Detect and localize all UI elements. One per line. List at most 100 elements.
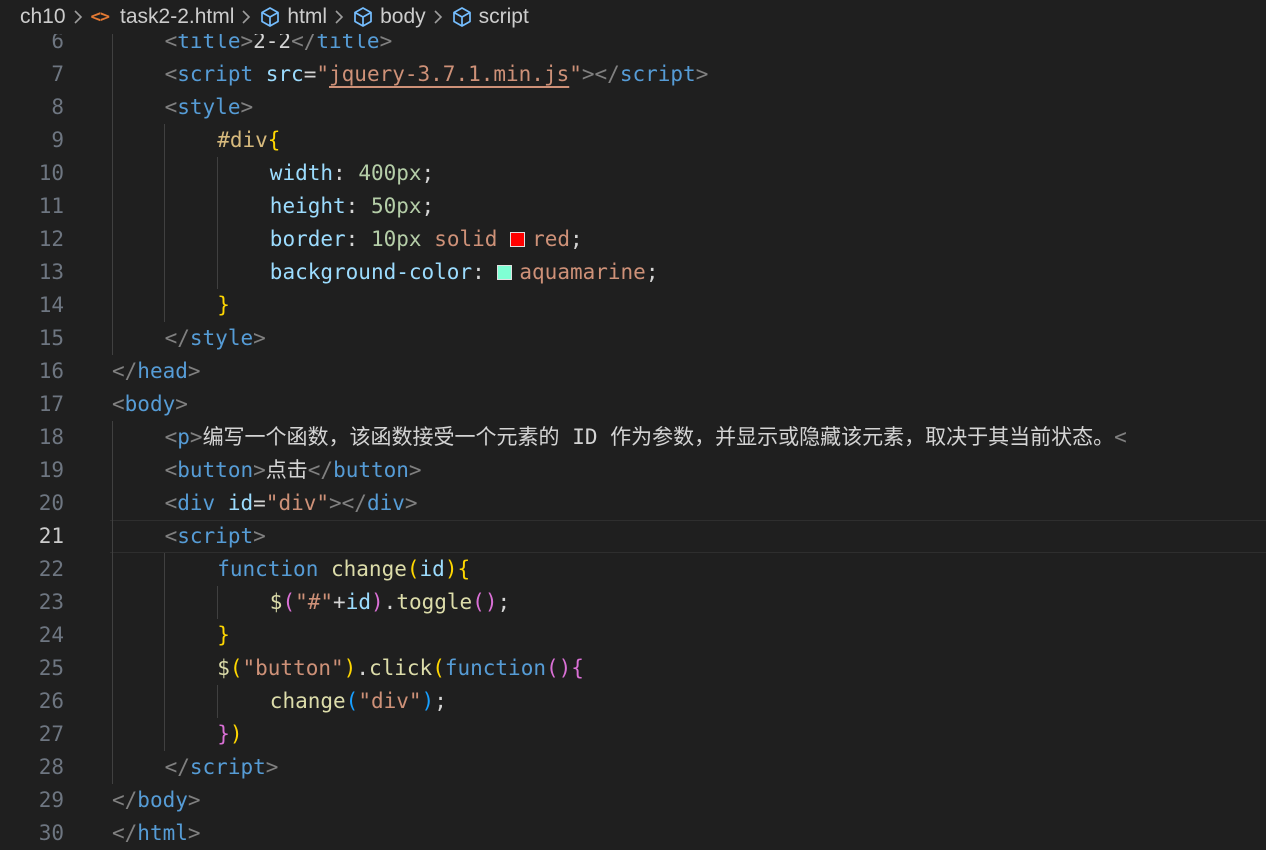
code-line[interactable]: 9 #div{: [0, 124, 1266, 157]
indent-guide: [217, 685, 218, 718]
code-token: >: [253, 326, 266, 350]
indent-guide: [164, 586, 165, 619]
code-token: </: [307, 458, 334, 482]
code-token: body: [137, 788, 188, 812]
code-token: "#": [295, 590, 334, 614]
symbol-element-icon: [352, 6, 374, 28]
indent-guide: [164, 124, 165, 157]
code-text: <button>点击</button>: [165, 454, 422, 487]
chevron-right-icon: [73, 9, 83, 25]
code-text: #div{: [217, 124, 280, 157]
indent-guide: [164, 718, 165, 751]
code-token: <: [164, 524, 178, 548]
code-line[interactable]: 18 <p>编写一个函数，该函数接受一个元素的 ID 作为参数，并显示或隐藏该元素…: [0, 421, 1266, 454]
code-line[interactable]: 24}: [0, 619, 1266, 652]
indent-guide: [164, 652, 165, 685]
color-swatch[interactable]: [497, 265, 513, 280]
indent-guide: [217, 586, 218, 619]
code-line[interactable]: 30 </html>: [0, 817, 1266, 850]
code-token[interactable]: jquery-3.7.1.min.js: [329, 62, 569, 86]
indent-guide: [217, 256, 218, 289]
code-line[interactable]: 12 border: 10px solid red;: [0, 223, 1266, 256]
code-line[interactable]: 21 <script>: [0, 520, 1266, 553]
code-token: <: [164, 458, 178, 482]
code-text: }: [217, 289, 230, 322]
code-token: =: [303, 62, 317, 86]
code-token: script: [177, 524, 254, 548]
code-line[interactable]: 11 height: 50px;: [0, 190, 1266, 223]
indent-guide: [112, 487, 113, 520]
chevron-right-icon: [241, 9, 251, 25]
code-text: background-color: aquamarine;: [270, 256, 659, 289]
code-line[interactable]: 25 $("button").click(function(){: [0, 652, 1266, 685]
indent-guide: [112, 124, 113, 157]
code-line[interactable]: 20 <div id="div"></div>: [0, 487, 1266, 520]
code-line[interactable]: 8 <style>: [0, 91, 1266, 124]
code-token: body: [124, 392, 176, 416]
code-line[interactable]: 14}: [0, 289, 1266, 322]
line-number: 25: [38, 656, 64, 680]
code-line[interactable]: 10 width: 400px;: [0, 157, 1266, 190]
code-token: {: [267, 128, 281, 152]
code-token: script: [619, 62, 696, 86]
code-token: >: [253, 524, 266, 548]
code-text: $("button").click(function(){: [217, 652, 584, 685]
code-token: ;: [434, 689, 447, 713]
code-token: :: [345, 227, 371, 251]
code-token: <: [164, 95, 178, 119]
code-token: head: [137, 359, 188, 383]
code-line[interactable]: 23 $("#"+id).toggle();: [0, 586, 1266, 619]
code-token: ;: [645, 260, 659, 284]
code-line[interactable]: 26 change("div");: [0, 685, 1266, 718]
line-number: 7: [51, 62, 64, 86]
indent-guide: [112, 751, 113, 784]
breadcrumb-html[interactable]: html: [259, 5, 327, 29]
code-editor[interactable]: 6 <title>2-2</title> 7 <script src="jquery-…: [0, 28, 1266, 850]
code-line[interactable]: 15 </style>: [0, 322, 1266, 355]
code-token: </: [164, 755, 190, 779]
code-token: $: [269, 590, 283, 614]
code-token: >: [695, 62, 709, 86]
code-line[interactable]: 28 </script>: [0, 751, 1266, 784]
code-line[interactable]: 22 function change(id){: [0, 553, 1266, 586]
indent-guide: [217, 157, 218, 190]
code-line[interactable]: 13 background-color: aquamarine;: [0, 256, 1266, 289]
code-token: ): [371, 590, 384, 614]
indent-guide: [112, 685, 113, 718]
code-token: 点击: [265, 458, 308, 482]
code-text: <script src="jquery-3.7.1.min.js"></scri…: [165, 58, 709, 91]
indent-guide: [164, 553, 165, 586]
code-token: click: [368, 656, 433, 680]
code-token: :: [333, 161, 359, 185]
indent-guide: [112, 157, 113, 190]
code-line[interactable]: 27}): [0, 718, 1266, 751]
code-line[interactable]: 16 </head>: [0, 355, 1266, 388]
indent-guide: [112, 520, 113, 553]
breadcrumb-folder[interactable]: ch10: [20, 5, 66, 29]
code-line[interactable]: 19 <button>点击</button>: [0, 454, 1266, 487]
line-number: 18: [38, 425, 64, 449]
code-token: >: [265, 755, 279, 779]
code-token: id: [345, 590, 371, 614]
code-token: function: [444, 656, 546, 680]
code-token: <: [1114, 425, 1127, 449]
code-token: .: [356, 656, 369, 680]
line-number: 16: [38, 359, 64, 383]
line-number: 24: [38, 623, 64, 647]
code-token: .: [383, 590, 397, 614]
color-swatch[interactable]: [510, 232, 526, 247]
symbol-element-icon: [451, 6, 473, 28]
code-token: (: [282, 590, 296, 614]
code-line[interactable]: 7 <script src="jquery-3.7.1.min.js"></scr…: [0, 58, 1266, 91]
chevron-right-icon: [334, 9, 344, 25]
breadcrumb-script[interactable]: script: [451, 5, 529, 29]
code-token: <: [112, 392, 125, 416]
line-number: 28: [38, 755, 64, 779]
breadcrumb-file[interactable]: <> task2-2.html: [91, 5, 235, 29]
code-line[interactable]: 17 <body>: [0, 388, 1266, 421]
code-line[interactable]: 29 </body>: [0, 784, 1266, 817]
indent-guide: [112, 454, 113, 487]
line-number: 17: [38, 392, 64, 416]
breadcrumb-body[interactable]: body: [352, 5, 426, 29]
code-token: }: [217, 293, 230, 317]
